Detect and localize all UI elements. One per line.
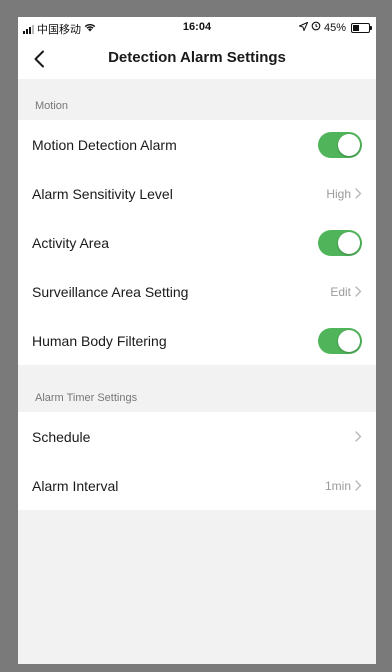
row-label: Alarm Interval <box>32 477 119 494</box>
row-value: High <box>326 186 351 201</box>
row-alarm-sensitivity-level[interactable]: Alarm Sensitivity Level High <box>18 169 376 218</box>
phone-screen: 中国移动 16:04 45% Detection Alarm Settings … <box>18 17 376 664</box>
row-label: Surveillance Area Setting <box>32 283 189 300</box>
row-activity-area: Activity Area <box>18 218 376 267</box>
row-label: Human Body Filtering <box>32 332 167 349</box>
alarm-clock-icon <box>311 21 321 34</box>
chevron-right-icon <box>355 431 362 442</box>
chevron-right-icon <box>355 286 362 297</box>
chevron-right-icon <box>355 480 362 491</box>
status-bar: 中国移动 16:04 45% <box>18 17 376 39</box>
row-alarm-interval[interactable]: Alarm Interval 1min <box>18 461 376 510</box>
row-motion-detection-alarm: Motion Detection Alarm <box>18 120 376 169</box>
row-value: 1min <box>324 478 351 493</box>
battery-percent: 45% <box>323 21 346 34</box>
chevron-right-icon <box>355 188 362 199</box>
row-schedule[interactable]: Schedule <box>18 412 376 461</box>
row-label: Activity Area <box>32 234 110 251</box>
row-human-body-filtering: Human Body Filtering <box>18 316 376 365</box>
toggle-knob <box>338 133 360 156</box>
location-icon <box>297 21 309 34</box>
row-label: Alarm Sensitivity Level <box>32 185 173 202</box>
motion-detection-alarm-toggle[interactable] <box>318 131 362 158</box>
section-header-label: Motion <box>35 100 69 112</box>
settings-group-motion: Motion Detection Alarm Alarm Sensitivity… <box>18 120 376 365</box>
page-title: Detection Alarm Settings <box>108 49 286 66</box>
status-right: 45% <box>297 21 372 34</box>
settings-group-alarm-timer: Schedule Alarm Interval 1min <box>18 412 376 510</box>
section-header-label: Alarm Timer Settings <box>35 392 138 404</box>
navigation-bar: Detection Alarm Settings <box>18 39 376 79</box>
activity-area-toggle[interactable] <box>318 229 362 256</box>
toggle-knob <box>338 231 360 254</box>
row-surveillance-area-setting[interactable]: Surveillance Area Setting Edit <box>18 267 376 316</box>
section-header-alarm-timer: Alarm Timer Settings <box>18 365 376 412</box>
battery-icon <box>351 22 372 33</box>
row-label: Motion Detection Alarm <box>32 136 177 153</box>
battery-fill <box>353 24 359 31</box>
row-label: Schedule <box>32 428 91 445</box>
human-body-filtering-toggle[interactable] <box>318 327 362 354</box>
section-header-motion: Motion <box>18 79 376 120</box>
row-value: Edit <box>330 284 351 299</box>
toggle-knob <box>338 329 360 352</box>
